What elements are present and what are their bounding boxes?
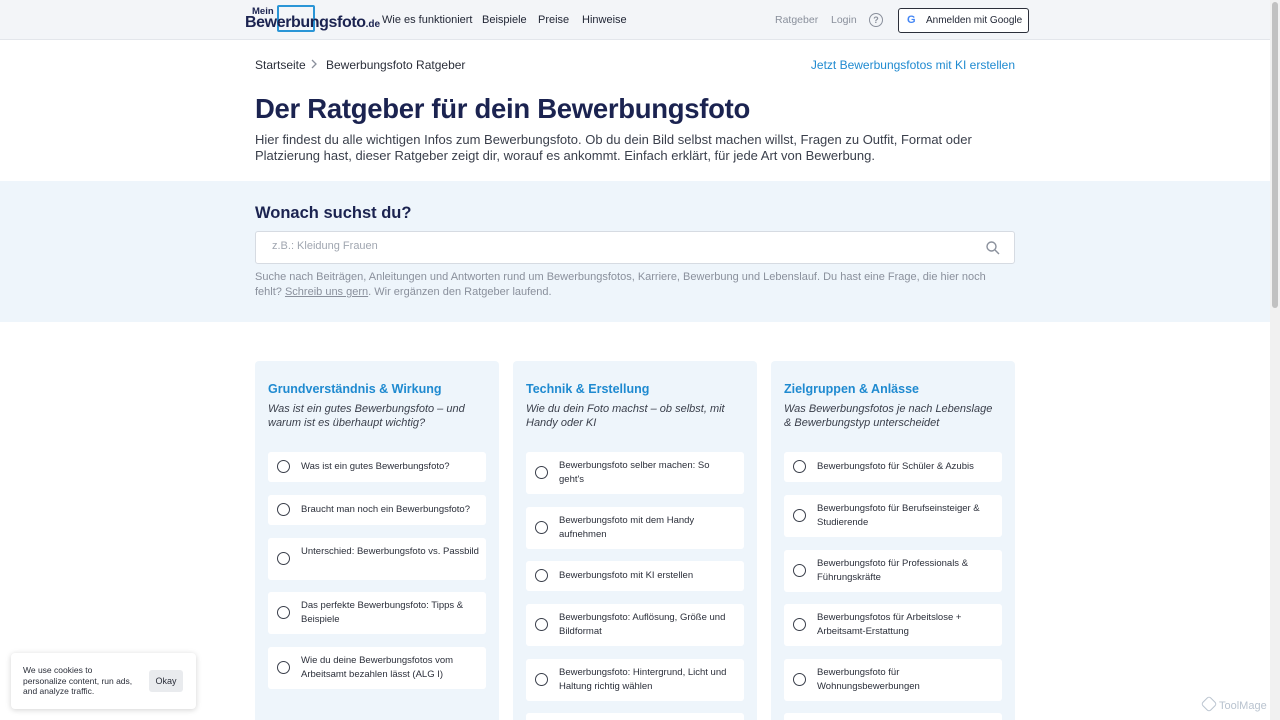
article-item[interactable]: Bewerbungsfoto: Auflösung, Größe und Bil…: [526, 604, 744, 646]
article-item-label: Was ist ein gutes Bewerbungsfoto?: [301, 461, 450, 472]
nav-ratgeber[interactable]: Ratgeber: [775, 14, 818, 26]
article-item[interactable]: Bewerbungsfoto für Professionals & Führu…: [784, 550, 1002, 592]
radio-circle-icon: [277, 503, 290, 516]
category-card-zielgruppen: Zielgruppen & Anlässe Was Bewerbungsfoto…: [771, 361, 1015, 720]
category-card-technik: Technik & Erstellung Wie du dein Foto ma…: [513, 361, 757, 720]
nav-beispiele[interactable]: Beispiele: [482, 14, 527, 26]
search-hint: Suche nach Beiträgen, Anleitungen und An…: [255, 271, 986, 298]
google-signin-button[interactable]: G Anmelden mit Google: [898, 8, 1029, 33]
nav-login[interactable]: Login: [831, 14, 857, 26]
article-item-label: Bewerbungsfoto für Berufseinsteiger & St…: [817, 503, 980, 528]
article-item[interactable]: [526, 713, 744, 720]
site-logo[interactable]: Mein Bewerbungsfoto.de: [245, 5, 380, 35]
article-item[interactable]: Das perfekte Bewerbungsfoto: Tipps & Bei…: [268, 592, 486, 634]
radio-circle-icon: [793, 509, 806, 522]
article-item[interactable]: Was ist ein gutes Bewerbungsfoto?: [268, 452, 486, 482]
logo-brand: Bewerbungsfoto.de: [245, 14, 381, 31]
search-icon[interactable]: [985, 240, 1001, 256]
article-item[interactable]: Bewerbungsfoto selber machen: So geht's: [526, 452, 744, 494]
radio-circle-icon: [535, 521, 548, 534]
article-item[interactable]: Bewerbungsfoto für Wohnungsbewerbungen: [784, 659, 1002, 701]
category-title: Grundverständnis & Wirkung: [268, 382, 442, 396]
article-item[interactable]: Bewerbungsfoto mit dem Handy aufnehmen: [526, 507, 744, 549]
watermark: ToolMage: [1200, 695, 1267, 713]
category-card-grundverstaendnis: Grundverständnis & Wirkung Was ist ein g…: [255, 361, 499, 720]
article-item[interactable]: Bewerbungsfoto mit KI erstellen: [526, 561, 744, 591]
article-item-label: Bewerbungsfoto mit dem Handy aufnehmen: [559, 515, 695, 540]
radio-circle-icon: [277, 460, 290, 473]
google-signin-label: Anmelden mit Google: [926, 15, 1023, 26]
google-icon: G: [907, 14, 916, 26]
search-input[interactable]: [272, 240, 962, 252]
radio-circle-icon: [793, 673, 806, 686]
article-item-label: Das perfekte Bewerbungsfoto: Tipps & Bei…: [301, 600, 464, 625]
nav-wie-es-funktioniert[interactable]: Wie es funktioniert: [382, 14, 472, 26]
scrollbar-thumb[interactable]: [1272, 2, 1278, 308]
category-subtitle: Was ist ein gutes Bewerbungsfoto – und w…: [268, 403, 465, 429]
breadcrumb-current: Bewerbungsfoto Ratgeber: [326, 58, 466, 72]
chevron-right-icon: [311, 59, 317, 69]
article-item[interactable]: Bewerbungsfoto für Schüler & Azubis: [784, 452, 1002, 482]
article-item-label: Bewerbungsfoto für Wohnungsbewerbungen: [817, 667, 920, 692]
page-intro: Hier findest du alle wichtigen Infos zum…: [255, 132, 972, 163]
article-item-label: Bewerbungsfoto für Professionals & Führu…: [817, 558, 969, 583]
search-box[interactable]: [255, 231, 1015, 264]
radio-circle-icon: [277, 552, 290, 565]
article-item[interactable]: Wie du deine Bewerbungsfotos vom Arbeits…: [268, 647, 486, 689]
category-title: Zielgruppen & Anlässe: [784, 382, 919, 396]
nav-hinweise[interactable]: Hinweise: [582, 14, 627, 26]
article-item[interactable]: Braucht man noch ein Bewerbungsfoto?: [268, 495, 486, 525]
article-item-label: Unterschied: Bewerbungsfoto vs. Passbild: [301, 546, 479, 557]
contact-us-link[interactable]: Schreib uns gern: [285, 286, 368, 298]
article-item[interactable]: Bewerbungsfoto für Berufseinsteiger & St…: [784, 495, 1002, 537]
cookie-text: We use cookies to personalize content, r…: [23, 665, 133, 696]
cta-create-ki-photos-link[interactable]: Jetzt Bewerbungsfotos mit KI erstellen: [811, 58, 1015, 72]
radio-circle-icon: [535, 673, 548, 686]
page-title: Der Ratgeber für dein Bewerbungsfoto: [255, 93, 750, 124]
nav-preise[interactable]: Preise: [538, 14, 569, 26]
question-circle-icon[interactable]: ?: [869, 13, 883, 27]
category-subtitle: Wie du dein Foto machst – ob selbst, mit…: [526, 403, 725, 429]
radio-circle-icon: [793, 618, 806, 631]
site-header: Mein Bewerbungsfoto.de Wie es funktionie…: [0, 0, 1270, 40]
article-item-label: Bewerbungsfoto selber machen: So geht's: [559, 460, 710, 485]
article-item-label: Bewerbungsfotos für Arbeitslose + Arbeit…: [817, 612, 962, 637]
article-item-label: Braucht man noch ein Bewerbungsfoto?: [301, 504, 470, 515]
radio-circle-icon: [277, 661, 290, 674]
article-item[interactable]: Unterschied: Bewerbungsfoto vs. Passbild: [268, 538, 486, 580]
page-scrollbar[interactable]: [1270, 0, 1280, 720]
article-item[interactable]: [784, 713, 1002, 720]
article-item[interactable]: Bewerbungsfotos für Arbeitslose + Arbeit…: [784, 604, 1002, 646]
search-title: Wonach suchst du?: [255, 204, 412, 222]
category-title: Technik & Erstellung: [526, 382, 650, 396]
cookie-okay-button[interactable]: Okay: [149, 670, 183, 692]
toolmage-logo-icon: [1200, 695, 1218, 713]
radio-circle-icon: [535, 569, 548, 582]
article-item-label: Bewerbungsfoto: Hintergrund, Licht und H…: [559, 667, 727, 692]
radio-circle-icon: [793, 564, 806, 577]
cookie-banner: We use cookies to personalize content, r…: [11, 653, 196, 709]
article-item-label: Bewerbungsfoto mit KI erstellen: [559, 570, 694, 581]
radio-circle-icon: [793, 460, 806, 473]
radio-circle-icon: [535, 618, 548, 631]
logo-tld: .de: [365, 19, 381, 30]
article-item-label: Bewerbungsfoto: Auflösung, Größe und Bil…: [559, 612, 726, 637]
radio-circle-icon: [535, 466, 548, 479]
category-subtitle: Was Bewerbungsfotos je nach Lebenslage &…: [784, 403, 993, 429]
radio-circle-icon: [277, 606, 290, 619]
article-item-label: Wie du deine Bewerbungsfotos vom Arbeits…: [301, 655, 454, 680]
breadcrumb-home[interactable]: Startseite: [255, 58, 306, 72]
article-item[interactable]: Bewerbungsfoto: Hintergrund, Licht und H…: [526, 659, 744, 701]
article-item-label: Bewerbungsfoto für Schüler & Azubis: [817, 461, 974, 472]
